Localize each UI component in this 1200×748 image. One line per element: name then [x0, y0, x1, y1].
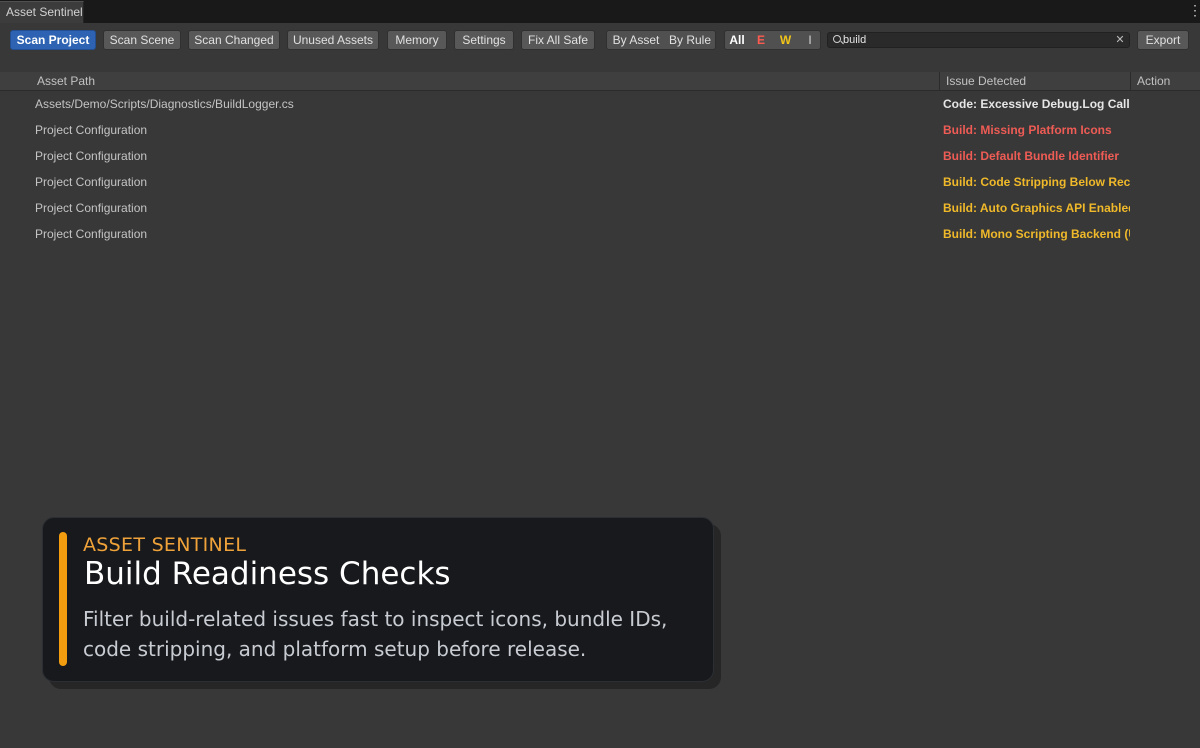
scan-changed-button[interactable]: Scan Changed [188, 30, 280, 50]
table-row[interactable]: Project Configuration Build: Code Stripp… [0, 169, 1200, 195]
feature-callout: ASSET SENTINEL Build Readiness Checks Fi… [42, 517, 714, 682]
table-header: Asset Path Issue Detected Action [0, 72, 1200, 91]
group-mode-toggle: By Asset By Rule [606, 30, 716, 50]
by-rule-toggle[interactable]: By Rule [665, 31, 715, 49]
export-button[interactable]: Export [1137, 30, 1189, 50]
fix-all-safe-button[interactable]: Fix All Safe [521, 30, 595, 50]
table-row[interactable]: Project Configuration Build: Mono Script… [0, 221, 1200, 247]
tab-asset-sentinel[interactable]: Asset Sentinel [0, 1, 84, 23]
table-row[interactable]: Project Configuration Build: Auto Graphi… [0, 195, 1200, 221]
column-action[interactable]: Action [1130, 72, 1200, 91]
unused-assets-button[interactable]: Unused Assets [287, 30, 379, 50]
callout-body: Filter build-related issues fast to insp… [83, 607, 668, 661]
asset-path-cell: Project Configuration [35, 123, 148, 137]
asset-path-cell: Project Configuration [35, 175, 148, 189]
table-row[interactable]: Project Configuration Build: Default Bun… [0, 143, 1200, 169]
memory-button[interactable]: Memory [387, 30, 447, 50]
severity-error-toggle[interactable]: E [749, 31, 773, 49]
severity-all-toggle[interactable]: All [725, 31, 749, 49]
callout-kicker: ASSET SENTINEL [83, 534, 247, 556]
search-input[interactable] [843, 33, 1113, 47]
asset-path-cell: Project Configuration [35, 149, 148, 163]
table-row[interactable]: Project Configuration Build: Missing Pla… [0, 117, 1200, 143]
issue-cell: Build: Mono Scripting Backend (Use I [943, 227, 1130, 241]
toolbar: Scan Project Scan Scene Scan Changed Unu… [0, 23, 1200, 57]
search-icon [833, 35, 841, 43]
column-issue-detected[interactable]: Issue Detected [939, 72, 1130, 91]
issue-cell: Build: Default Bundle Identifier [943, 149, 1119, 163]
tab-bar: Asset Sentinel ⋮ [0, 0, 1200, 23]
issue-cell: Build: Missing Platform Icons [943, 123, 1112, 137]
asset-path-cell: Assets/Demo/Scripts/Diagnostics/BuildLog… [35, 97, 294, 111]
issue-cell: Build: Code Stripping Below Recomm [943, 175, 1130, 189]
issue-cell: Build: Auto Graphics API Enabled [943, 201, 1130, 215]
scan-project-button[interactable]: Scan Project [10, 30, 96, 50]
callout-accent-bar [59, 532, 67, 666]
search-field: ✕ [827, 32, 1130, 48]
issue-cell: Code: Excessive Debug.Log Calls [943, 97, 1130, 111]
severity-filter: All E W I [724, 30, 821, 50]
callout-title: Build Readiness Checks [84, 556, 451, 592]
by-asset-toggle[interactable]: By Asset [607, 31, 665, 49]
table-row[interactable]: Assets/Demo/Scripts/Diagnostics/BuildLog… [0, 91, 1200, 117]
scan-scene-button[interactable]: Scan Scene [103, 30, 181, 50]
close-icon[interactable]: ✕ [1114, 33, 1126, 47]
column-asset-path[interactable]: Asset Path [31, 72, 939, 91]
severity-info-toggle[interactable]: I [798, 31, 822, 49]
settings-button[interactable]: Settings [454, 30, 514, 50]
asset-path-cell: Project Configuration [35, 201, 148, 215]
asset-path-cell: Project Configuration [35, 227, 148, 241]
kebab-menu-icon[interactable]: ⋮ [1188, 3, 1200, 19]
severity-warning-toggle[interactable]: W [773, 31, 798, 49]
